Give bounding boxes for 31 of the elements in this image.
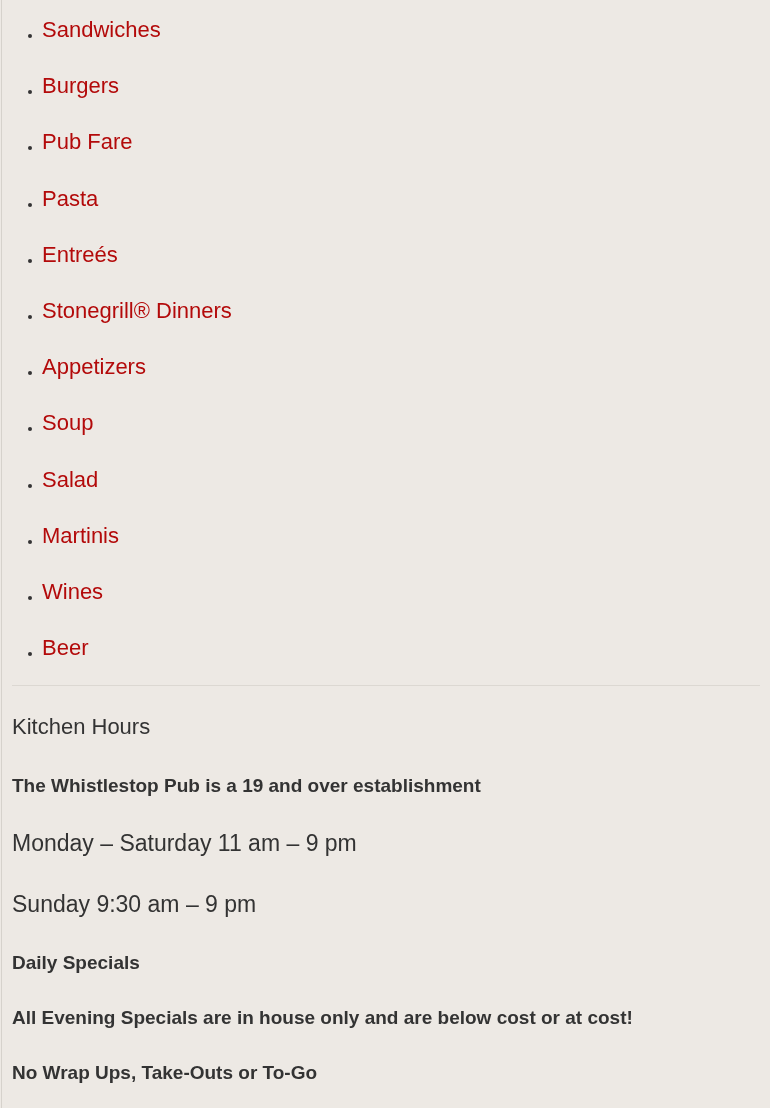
menu-link[interactable]: Sandwiches	[42, 17, 161, 44]
section-heading: Kitchen Hours	[12, 714, 152, 741]
bullet-icon	[28, 314, 32, 319]
menu-link[interactable]: Stonegrill® Dinners	[42, 298, 232, 325]
note-text: All Evening Specials are in house only and are below cost or at cost!	[12, 1006, 634, 1031]
section-heading: Daily Specials	[12, 951, 141, 976]
bullet-icon	[28, 539, 32, 544]
bullet-icon	[28, 371, 32, 376]
menu-link[interactable]: Soup	[42, 410, 94, 437]
bullet-icon	[28, 90, 32, 95]
bullet-icon	[28, 595, 32, 600]
menu-link[interactable]: Appetizers	[42, 354, 146, 381]
menu-link[interactable]: Beer	[42, 635, 89, 662]
hours-text: Sunday 9:30 am – 9 pm	[12, 890, 258, 919]
hours-text: Monday – Saturday 11 am – 9 pm	[12, 829, 358, 858]
bullet-icon	[28, 146, 32, 151]
bullet-icon	[28, 483, 32, 488]
menu-link[interactable]: Pub Fare	[42, 129, 133, 156]
bullet-icon	[28, 258, 32, 263]
menu-link[interactable]: Wines	[42, 578, 104, 605]
notice-text: The Whistlestop Pub is a 19 and over establishment	[12, 774, 482, 799]
bullet-icon	[28, 652, 32, 657]
menu-link[interactable]: Pasta	[42, 185, 99, 212]
note-text: No Wrap Ups, Take-Outs or To-Go	[12, 1061, 319, 1086]
bullet-icon	[28, 202, 32, 207]
menu-link[interactable]: Burgers	[42, 73, 120, 100]
bullet-icon	[28, 34, 32, 38]
bullet-icon	[28, 427, 32, 432]
menu-link[interactable]: Salad	[42, 466, 99, 493]
menu-link[interactable]: Entreés	[42, 241, 118, 268]
menu-link[interactable]: Martinis	[42, 522, 119, 549]
